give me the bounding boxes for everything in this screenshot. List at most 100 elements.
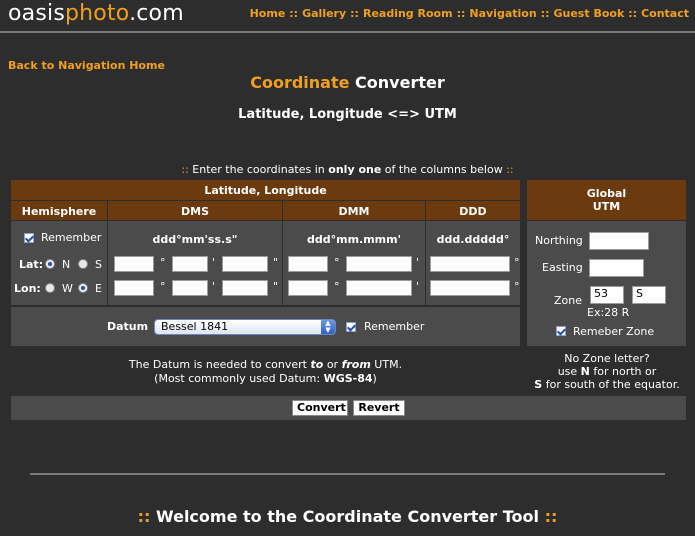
lon-dms-sec-input[interactable]: [222, 280, 268, 296]
lat-s-label: S: [95, 258, 102, 271]
dms-format: ddd°mm'ss.s": [152, 233, 238, 246]
zone-note-2: use N for north or: [522, 365, 692, 378]
col-dms: DMS: [181, 205, 209, 218]
welcome-heading: :: Welcome to the Coordinate Converter T…: [0, 507, 695, 526]
datum-note-text: ): [372, 372, 377, 385]
datum-note-text: UTM.: [370, 358, 403, 371]
nav-navigation[interactable]: Navigation: [469, 7, 536, 20]
logo-text: oasis: [8, 1, 65, 26]
nav-contact[interactable]: Contact: [641, 7, 689, 20]
lon-label: Lon:: [14, 282, 41, 295]
zone-label: Zone: [554, 294, 583, 307]
lat-dmm-deg-input[interactable]: [288, 256, 328, 272]
page-title: Coordinate Converter: [0, 73, 695, 92]
zone-example: Ex:28 R: [587, 306, 630, 319]
instr-marker: ::: [181, 163, 189, 176]
sec-symbol: ": [273, 256, 279, 269]
utm-title-2: UTM: [592, 200, 621, 213]
nav-separator: ::: [350, 7, 359, 20]
nav-separator: ::: [456, 7, 466, 20]
col-hemisphere: Hemisphere: [21, 205, 97, 218]
lon-e-radio[interactable]: [78, 283, 88, 293]
logo-text-highlight: photo: [64, 1, 130, 26]
min-symbol: ': [212, 280, 216, 293]
deg-symbol: °: [334, 256, 340, 269]
instr-marker: ::: [506, 163, 514, 176]
zone-note-emphasis: N: [580, 365, 590, 378]
ddd-format: ddd.ddddd°: [436, 233, 510, 246]
easting-label: Easting: [542, 261, 583, 274]
datum-label: Datum: [107, 320, 149, 333]
datum-note-text: or: [323, 358, 342, 371]
zone-note-text: use: [557, 365, 581, 378]
lon-dms-deg-input[interactable]: [114, 280, 154, 296]
top-nav: Home:: Gallery:: Reading Room:: Navigation:…: [250, 7, 689, 20]
lon-ddd-input[interactable]: [430, 280, 510, 296]
button-bar: [11, 396, 686, 420]
back-link[interactable]: Back to Navigation Home: [8, 59, 165, 72]
header-divider: [0, 31, 695, 33]
lon-w-label: W: [62, 282, 73, 295]
lon-dmm-min-input[interactable]: [346, 280, 412, 296]
title-rest: Converter: [349, 73, 445, 92]
section-divider: [30, 473, 665, 475]
revert-button[interactable]: Revert: [353, 400, 405, 416]
easting-input[interactable]: [589, 259, 644, 277]
site-logo[interactable]: oasisphoto.com: [8, 1, 184, 26]
nav-separator: ::: [628, 7, 638, 20]
remember-hemisphere-label: Remember: [41, 231, 102, 244]
instr-text: of the columns below: [381, 163, 507, 176]
welcome-marker: ::: [137, 507, 151, 526]
sec-symbol: ": [273, 280, 279, 293]
remember-datum-label: Remember: [364, 320, 425, 333]
deg-symbol: °: [514, 280, 520, 293]
select-arrows-icon: ▲ ▼: [321, 320, 335, 334]
remember-datum-checkbox[interactable]: [346, 322, 356, 332]
zone-note-3: S for south of the equator.: [522, 378, 692, 391]
welcome-text: Welcome to the Coordinate Converter Tool: [150, 507, 545, 526]
lat-ddd-input[interactable]: [430, 256, 510, 272]
zone-note-1: No Zone letter?: [564, 352, 650, 365]
welcome-marker: ::: [544, 507, 558, 526]
lat-label: Lat:: [19, 258, 44, 271]
nav-reading-room[interactable]: Reading Room: [363, 7, 453, 20]
nav-guest-book[interactable]: Guest Book: [553, 7, 624, 20]
latlon-title: Latitude, Longitude: [204, 184, 327, 197]
col-ddd: DDD: [459, 205, 487, 218]
northing-label: Northing: [535, 234, 583, 247]
min-symbol: ': [416, 256, 420, 269]
zone-number-input[interactable]: 53: [590, 286, 624, 304]
col-dmm: DMM: [338, 205, 370, 218]
convert-button[interactable]: Convert: [292, 400, 348, 416]
datum-note-emphasis: WGS-84: [323, 372, 373, 385]
zone-letter-value: S: [636, 287, 643, 300]
nav-separator: ::: [540, 7, 550, 20]
lat-dms-min-input[interactable]: [172, 256, 208, 272]
datum-select[interactable]: Bessel 1841 ▲ ▼: [154, 319, 336, 335]
remember-zone-checkbox[interactable]: [556, 326, 566, 336]
datum-note: The Datum is needed to convert to or fro…: [11, 358, 520, 371]
datum-note-emphasis: to: [310, 358, 324, 371]
logo-text-suffix: .com: [129, 1, 184, 26]
lon-w-radio[interactable]: [45, 283, 55, 293]
min-symbol: ': [416, 280, 420, 293]
deg-symbol: °: [160, 256, 166, 269]
lat-s-radio[interactable]: [78, 259, 88, 269]
lat-dms-deg-input[interactable]: [114, 256, 154, 272]
deg-symbol: °: [514, 256, 520, 269]
dmm-format: ddd°mm.mmm': [307, 233, 401, 246]
lat-n-radio[interactable]: [45, 259, 55, 269]
nav-gallery[interactable]: Gallery: [302, 7, 346, 20]
lon-dmm-deg-input[interactable]: [288, 280, 328, 296]
northing-input[interactable]: [589, 232, 649, 250]
datum-note-2: (Most commonly used Datum: WGS-84): [11, 372, 520, 385]
lat-dmm-min-input[interactable]: [346, 256, 412, 272]
nav-separator: ::: [289, 7, 299, 20]
nav-home[interactable]: Home: [250, 7, 286, 20]
lat-n-label: N: [62, 258, 71, 271]
title-highlight: Coordinate: [250, 73, 350, 92]
lat-dms-sec-input[interactable]: [222, 256, 268, 272]
lon-dms-min-input[interactable]: [172, 280, 208, 296]
remember-hemisphere-checkbox[interactable]: [24, 233, 34, 243]
zone-letter-input[interactable]: S: [632, 286, 666, 304]
